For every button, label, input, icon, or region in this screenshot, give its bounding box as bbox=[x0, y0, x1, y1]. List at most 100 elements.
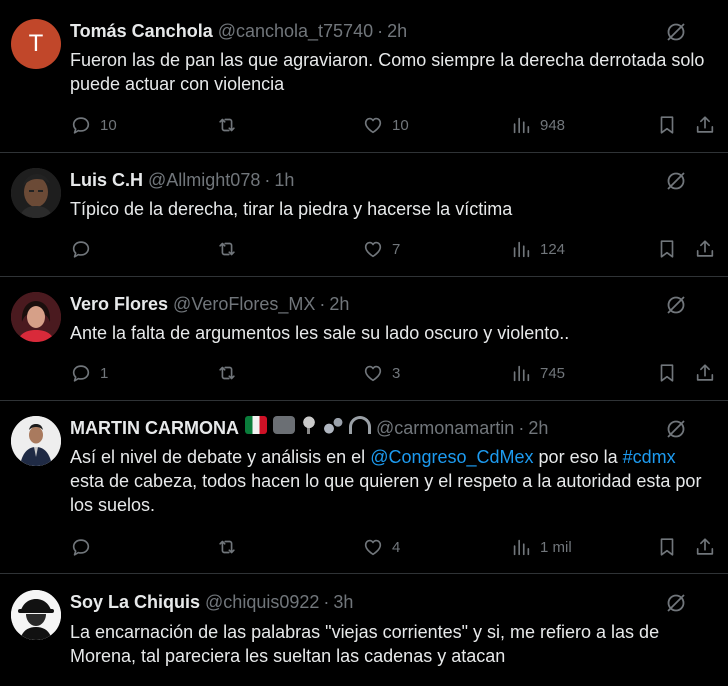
timestamp[interactable]: 2h bbox=[387, 19, 407, 43]
avatar-letter: T bbox=[28, 30, 44, 57]
like-icon bbox=[362, 114, 384, 136]
like-count: 4 bbox=[392, 538, 401, 556]
tweet-4[interactable]: MARTIN CARMONA @carmonamartin · 2h Así e… bbox=[0, 401, 728, 574]
user-handle[interactable]: @Allmight078 bbox=[148, 168, 260, 192]
share-button[interactable] bbox=[694, 112, 716, 138]
timestamp[interactable]: 3h bbox=[333, 590, 353, 614]
user-handle[interactable]: @VeroFlores_MX bbox=[173, 292, 315, 316]
repost-button[interactable] bbox=[216, 112, 238, 138]
bookmark-button[interactable] bbox=[656, 236, 678, 262]
share-icon bbox=[694, 238, 716, 260]
display-name[interactable]: MARTIN CARMONA bbox=[70, 416, 239, 440]
mention-link[interactable]: @Congreso_CdMex bbox=[370, 447, 533, 467]
views-count: 948 bbox=[540, 116, 566, 134]
reply-count: 1 bbox=[100, 364, 109, 382]
bookmark-button[interactable] bbox=[656, 534, 678, 560]
bookmark-icon bbox=[656, 362, 678, 384]
grok-icon[interactable] bbox=[664, 169, 688, 193]
like-button[interactable]: 7 bbox=[362, 236, 400, 262]
repost-icon bbox=[216, 536, 238, 558]
avatar-image bbox=[11, 168, 61, 218]
avatar[interactable] bbox=[11, 590, 61, 640]
user-handle[interactable]: @chiquis0922 bbox=[205, 590, 319, 614]
hashtag-link[interactable]: #cdmx bbox=[623, 447, 676, 467]
tweet-text-part: por eso la bbox=[533, 447, 623, 467]
radio-icon bbox=[272, 416, 295, 434]
bookmark-button[interactable] bbox=[656, 360, 678, 386]
headphones-icon bbox=[348, 416, 371, 434]
action-bar: 7 124 bbox=[70, 236, 718, 262]
views-icon bbox=[510, 238, 532, 260]
like-button[interactable]: 4 bbox=[362, 534, 400, 560]
repost-button[interactable] bbox=[216, 360, 238, 386]
views-count: 745 bbox=[540, 364, 566, 382]
repost-button[interactable] bbox=[216, 534, 238, 560]
bookmark-button[interactable] bbox=[656, 112, 678, 138]
reply-icon bbox=[70, 362, 92, 384]
reply-button[interactable] bbox=[70, 236, 92, 262]
views-button[interactable]: 1 mil bbox=[510, 534, 572, 560]
action-bar: 4 1 mil bbox=[70, 534, 718, 560]
avatar-image bbox=[11, 590, 61, 640]
user-handle[interactable]: @carmonamartin bbox=[376, 416, 514, 440]
like-button[interactable]: 3 bbox=[362, 360, 400, 386]
timestamp[interactable]: 2h bbox=[528, 416, 548, 440]
like-button[interactable]: 10 bbox=[362, 112, 409, 138]
reply-button[interactable]: 1 bbox=[70, 360, 108, 386]
repost-button[interactable] bbox=[216, 236, 238, 262]
repost-icon bbox=[216, 362, 238, 384]
tweet-header: Soy La Chiquis @chiquis0922 · 3h bbox=[70, 590, 353, 614]
display-name[interactable]: Tomás Canchola bbox=[70, 19, 213, 43]
like-icon bbox=[362, 536, 384, 558]
avatar[interactable] bbox=[11, 416, 61, 466]
tweet-text: Ante la falta de argumentos les sale su … bbox=[70, 323, 570, 343]
views-button[interactable]: 745 bbox=[510, 360, 565, 386]
avatar[interactable]: T bbox=[11, 19, 61, 69]
views-button[interactable]: 124 bbox=[510, 236, 565, 262]
display-name[interactable]: Vero Flores bbox=[70, 292, 168, 316]
music-notes-icon bbox=[322, 416, 343, 434]
tweet-text-part: Así el nivel de debate y análisis en el bbox=[70, 447, 371, 467]
grok-icon[interactable] bbox=[664, 417, 688, 441]
bookmark-icon bbox=[656, 536, 678, 558]
repost-icon bbox=[216, 238, 238, 260]
share-button[interactable] bbox=[694, 534, 716, 560]
tweet-text: La encarnación de las palabras "viejas c… bbox=[70, 622, 660, 666]
reply-button[interactable] bbox=[70, 534, 92, 560]
mexico-flag-icon bbox=[244, 416, 267, 434]
tweet-3[interactable]: Vero Flores @VeroFlores_MX · 2h Ante la … bbox=[0, 277, 728, 401]
reply-count: 10 bbox=[100, 116, 117, 134]
views-icon bbox=[510, 362, 532, 384]
microphone-icon bbox=[300, 416, 317, 434]
share-button[interactable] bbox=[694, 236, 716, 262]
share-button[interactable] bbox=[694, 360, 716, 386]
views-icon bbox=[510, 536, 532, 558]
like-count: 7 bbox=[392, 240, 401, 258]
display-name[interactable]: Luis C.H bbox=[70, 168, 143, 192]
avatar[interactable] bbox=[11, 168, 61, 218]
bookmark-icon bbox=[656, 114, 678, 136]
display-name[interactable]: Soy La Chiquis bbox=[70, 590, 200, 614]
timestamp[interactable]: 1h bbox=[274, 168, 294, 192]
avatar[interactable] bbox=[11, 292, 61, 342]
separator-dot: · bbox=[319, 294, 326, 314]
like-icon bbox=[362, 238, 384, 260]
tweet-2[interactable]: Luis C.H @Allmight078 · 1h Típico de la … bbox=[0, 153, 728, 277]
share-icon bbox=[694, 114, 716, 136]
user-handle[interactable]: @canchola_t75740 bbox=[218, 19, 373, 43]
tweet-5[interactable]: Soy La Chiquis @chiquis0922 · 3h La enca… bbox=[0, 574, 728, 686]
grok-icon[interactable] bbox=[664, 293, 688, 317]
share-icon bbox=[694, 362, 716, 384]
tweet-header: Luis C.H @Allmight078 · 1h bbox=[70, 168, 294, 192]
grok-icon[interactable] bbox=[664, 20, 688, 44]
avatar-image bbox=[11, 416, 61, 466]
tweet-1[interactable]: T Tomás Canchola @canchola_t75740 · 2h F… bbox=[0, 0, 728, 153]
repost-icon bbox=[216, 114, 238, 136]
timestamp[interactable]: 2h bbox=[329, 292, 349, 316]
tweet-header: MARTIN CARMONA @carmonamartin · 2h bbox=[70, 416, 548, 440]
reply-button[interactable]: 10 bbox=[70, 112, 117, 138]
reply-icon bbox=[70, 114, 92, 136]
grok-icon[interactable] bbox=[664, 591, 688, 615]
separator-dot: · bbox=[323, 592, 330, 612]
views-button[interactable]: 948 bbox=[510, 112, 565, 138]
